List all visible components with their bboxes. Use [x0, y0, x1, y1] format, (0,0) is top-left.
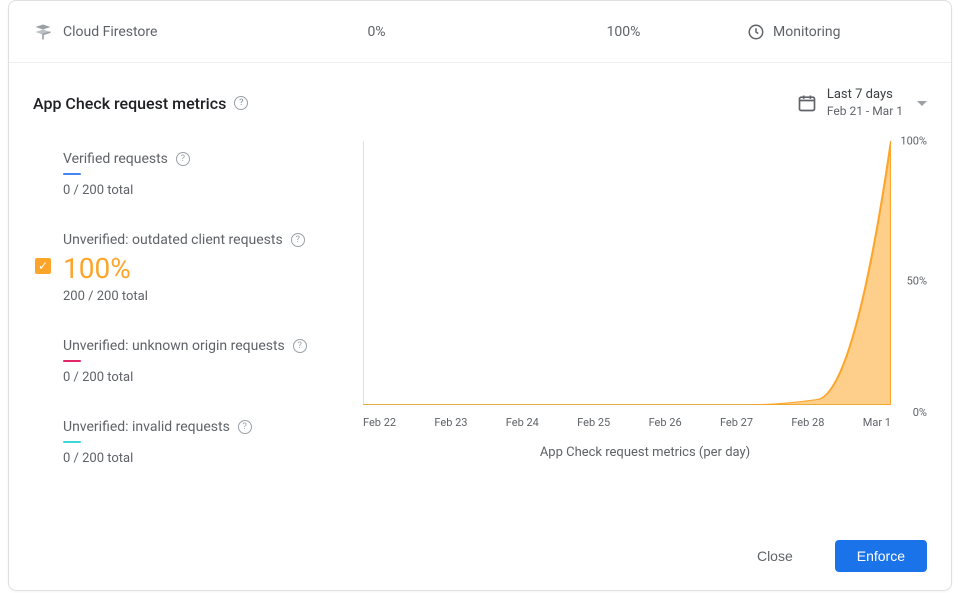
metric-totals: 0 / 200 total	[63, 183, 353, 198]
color-swatch	[63, 360, 81, 362]
x-tick: Feb 28	[791, 416, 824, 429]
firestore-icon	[33, 22, 53, 42]
chart-box: 100% 50% 0% Feb 22Feb 23Feb 24Feb 25Feb …	[363, 141, 927, 421]
checkbox-icon[interactable]: ✓	[35, 258, 51, 274]
help-icon[interactable]: ?	[238, 420, 252, 434]
x-tick: Feb 26	[649, 416, 682, 429]
y-tick-0: 100%	[900, 135, 927, 148]
metric-label-text: Unverified: invalid requests	[63, 419, 230, 435]
metric-percent: 100%	[63, 252, 353, 285]
x-tick: Feb 25	[577, 416, 610, 429]
x-tick: Feb 24	[506, 416, 539, 429]
topbar-col-2: 100%	[500, 24, 747, 40]
x-axis-labels: Feb 22 Feb 23 Feb 24 Feb 25 Feb 26 Feb 27 Feb …	[363, 416, 891, 429]
metric-label: Verified requests?	[63, 151, 353, 167]
x-tick: Mar 1	[863, 416, 891, 429]
help-icon[interactable]: ?	[293, 339, 307, 353]
page-title-text: App Check request metrics	[33, 94, 226, 113]
metric-invalid[interactable]: Unverified: invalid requests? 0 / 200 tot…	[63, 405, 353, 486]
help-icon[interactable]: ?	[291, 233, 305, 247]
clock-icon	[747, 23, 765, 41]
monitoring-label: Monitoring	[773, 24, 841, 40]
help-icon[interactable]: ?	[176, 152, 190, 166]
metric-label: Unverified: unknown origin requests?	[63, 338, 353, 354]
metric-totals: 0 / 200 total	[63, 370, 353, 385]
y-tick-1: 50%	[907, 275, 927, 288]
topbar-col-1: 0%	[253, 24, 500, 40]
help-icon[interactable]: ?	[234, 96, 248, 110]
calendar-icon	[797, 93, 817, 113]
date-range-label: Last 7 days	[827, 87, 903, 104]
product-column: Cloud Firestore	[33, 22, 253, 42]
chart-svg	[363, 141, 891, 405]
metric-label-text: Verified requests	[63, 151, 168, 167]
page-title: App Check request metrics ?	[33, 94, 248, 113]
close-button[interactable]: Close	[735, 540, 815, 572]
section-header: App Check request metrics ? Last 7 days …	[9, 63, 951, 127]
monitoring-column: Monitoring	[747, 23, 927, 41]
product-name: Cloud Firestore	[63, 24, 157, 40]
metric-label: Unverified: outdated client requests?	[63, 232, 353, 248]
metric-outdated[interactable]: ✓Unverified: outdated client requests?10…	[63, 218, 353, 324]
color-swatch	[63, 441, 81, 443]
metric-label-text: Unverified: unknown origin requests	[63, 338, 285, 354]
dialog-card: Cloud Firestore 0% 100% Monitoring App C…	[8, 0, 952, 591]
metrics-list: Verified requests?0 / 200 total✓Unverifi…	[33, 137, 353, 524]
metric-label-text: Unverified: outdated client requests	[63, 232, 283, 248]
date-range-sub: Feb 21 - Mar 1	[827, 104, 903, 120]
metric-verified[interactable]: Verified requests? 0 / 200 total	[63, 137, 353, 218]
content-row: Verified requests?0 / 200 total✓Unverifi…	[9, 127, 951, 524]
metric-totals: 200 / 200 total	[63, 289, 353, 304]
date-range-texts: Last 7 days Feb 21 - Mar 1	[827, 87, 903, 119]
chevron-down-icon	[917, 101, 927, 106]
enforce-button[interactable]: Enforce	[835, 540, 927, 572]
chart-caption: App Check request metrics (per day)	[363, 445, 927, 460]
metric-unknown[interactable]: Unverified: unknown origin requests? 0 / …	[63, 324, 353, 405]
color-swatch	[63, 173, 81, 175]
topbar: Cloud Firestore 0% 100% Monitoring	[9, 1, 951, 63]
x-tick: Feb 22	[363, 416, 396, 429]
metric-label: Unverified: invalid requests?	[63, 419, 353, 435]
x-tick: Feb 23	[434, 416, 467, 429]
y-tick-2: 0%	[913, 407, 927, 420]
chart-area: 100% 50% 0% Feb 22Feb 23Feb 24Feb 25Feb …	[363, 137, 927, 524]
dialog-footer: Close Enforce	[9, 524, 951, 590]
x-tick: Feb 27	[720, 416, 753, 429]
date-range-picker[interactable]: Last 7 days Feb 21 - Mar 1	[797, 87, 927, 119]
metric-totals: 0 / 200 total	[63, 451, 353, 466]
